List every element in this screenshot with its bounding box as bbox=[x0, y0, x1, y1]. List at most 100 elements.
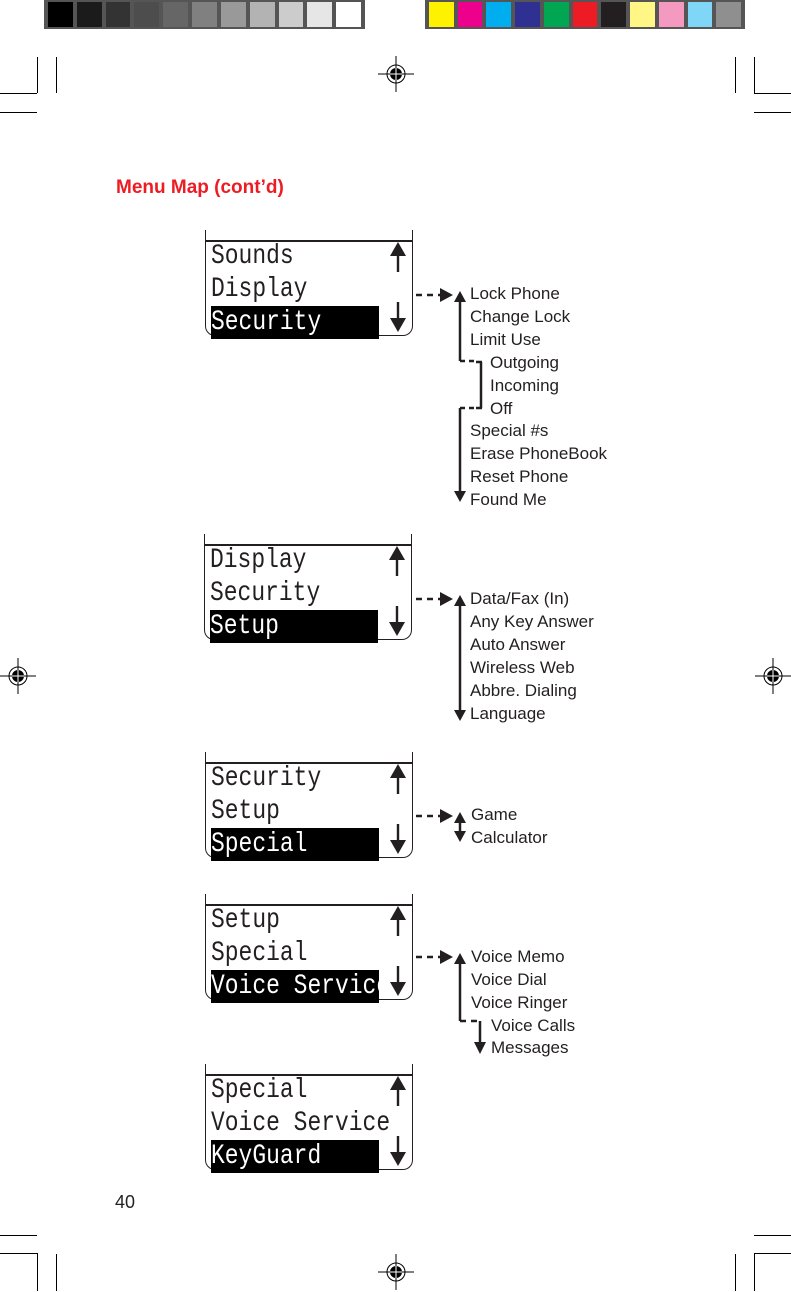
phone-screen-security: Sounds Display Security bbox=[205, 230, 413, 339]
up-arrow-icon bbox=[390, 242, 406, 272]
submenu-item: Reset Phone bbox=[470, 467, 569, 486]
crop-mark bbox=[0, 1235, 37, 1236]
up-arrow-icon bbox=[390, 1076, 406, 1106]
menu-row-selected: KeyGuard bbox=[211, 1140, 379, 1173]
crop-mark bbox=[754, 112, 791, 113]
crop-mark bbox=[754, 93, 791, 94]
color-swatch bbox=[630, 2, 655, 27]
submenu-item: Voice Ringer bbox=[471, 993, 568, 1012]
selected-label: Setup bbox=[210, 611, 279, 642]
color-swatch bbox=[105, 2, 131, 27]
selected-label: Security bbox=[211, 307, 322, 338]
crop-mark bbox=[735, 1254, 736, 1291]
dashed-arrow-icon bbox=[440, 950, 453, 964]
color-swatch bbox=[163, 2, 189, 27]
crop-mark bbox=[56, 57, 57, 93]
registration-mark-icon bbox=[755, 658, 791, 694]
crop-mark bbox=[754, 57, 755, 93]
crop-mark bbox=[754, 1235, 791, 1236]
submenu-subitem: Off bbox=[490, 399, 513, 418]
color-swatch bbox=[572, 2, 598, 27]
color-swatch bbox=[429, 2, 454, 27]
down-arrow-icon bbox=[389, 606, 405, 636]
submenu-item: Language bbox=[470, 704, 546, 723]
submenu-item: Special #s bbox=[470, 421, 549, 440]
color-swatch bbox=[48, 2, 73, 27]
menu-row: Display bbox=[211, 274, 308, 305]
submenu-item: Any Key Answer bbox=[470, 612, 594, 631]
color-swatch bbox=[278, 2, 304, 27]
color-swatch bbox=[76, 2, 102, 27]
selected-label: Voice Service bbox=[211, 971, 391, 1002]
nested-bracket bbox=[476, 360, 483, 410]
menu-row: Special bbox=[211, 1075, 308, 1106]
grayscale-color-bar bbox=[44, 0, 365, 29]
menu-row-selected: Special bbox=[211, 828, 379, 861]
menu-row: Sounds bbox=[211, 241, 294, 272]
submenu-item: Game bbox=[471, 805, 518, 824]
submenu-connector-security bbox=[416, 288, 476, 502]
crop-mark bbox=[37, 57, 38, 93]
dashed-arrow-icon bbox=[440, 809, 453, 823]
color-swatch bbox=[515, 2, 540, 27]
color-swatch bbox=[543, 2, 569, 27]
phone-screen-voice-service: Setup Special Voice Service bbox=[205, 894, 413, 1003]
color-swatch bbox=[336, 2, 361, 27]
page-number: 40 bbox=[115, 1192, 136, 1212]
submenu-item: Calculator bbox=[471, 828, 548, 847]
color-swatch bbox=[457, 2, 483, 27]
submenu-item: Lock Phone bbox=[470, 284, 560, 303]
color-swatch bbox=[192, 2, 217, 27]
menu-row: Special bbox=[211, 938, 308, 969]
color-swatch bbox=[307, 2, 333, 27]
menu-row: Display bbox=[210, 545, 307, 576]
up-arrow-icon bbox=[390, 906, 406, 936]
registration-mark-icon bbox=[0, 658, 36, 694]
submenu-item: Voice Dial bbox=[471, 970, 547, 989]
down-arrow-icon bbox=[390, 1136, 406, 1166]
selected-label: Special bbox=[211, 829, 308, 860]
submenu-item: Erase PhoneBook bbox=[470, 444, 608, 463]
crop-mark bbox=[0, 1253, 37, 1254]
submenu-item: Voice Memo bbox=[471, 947, 565, 966]
phone-screen-setup: Display Security Setup bbox=[204, 534, 412, 643]
submenu-item: Abbre. Dialing bbox=[470, 681, 577, 700]
process-color-bar bbox=[425, 0, 745, 29]
dashed-arrow-icon bbox=[440, 592, 453, 606]
submenu-item: Wireless Web bbox=[470, 658, 575, 677]
color-swatch bbox=[134, 2, 160, 27]
registration-mark-icon bbox=[378, 1254, 414, 1290]
crop-mark bbox=[735, 57, 736, 93]
submenu-subitem: Incoming bbox=[490, 376, 559, 395]
menu-row: Voice Service bbox=[211, 1108, 391, 1139]
crop-mark bbox=[56, 1254, 57, 1291]
color-swatch bbox=[687, 2, 713, 27]
submenu-item: Change Lock bbox=[470, 307, 571, 326]
dashed-arrow-icon bbox=[440, 288, 453, 302]
menu-row: Setup bbox=[211, 796, 280, 827]
submenu-subitem: Outgoing bbox=[490, 353, 559, 372]
color-swatch bbox=[220, 2, 246, 27]
crop-mark bbox=[37, 1253, 38, 1291]
phone-screen-special: Security Setup Special bbox=[205, 752, 413, 861]
color-swatch bbox=[601, 2, 627, 27]
color-swatch bbox=[716, 2, 742, 27]
up-arrow-icon bbox=[389, 546, 405, 576]
crop-mark bbox=[754, 1253, 755, 1291]
page-title: Menu Map (cont’d) bbox=[116, 177, 284, 198]
submenu-subitem: Voice Calls bbox=[491, 1016, 576, 1035]
up-arrow-icon bbox=[390, 764, 406, 794]
submenu-connector-special bbox=[416, 809, 466, 842]
color-swatch bbox=[249, 2, 275, 27]
crop-mark bbox=[754, 1253, 791, 1254]
submenu-item: Found Me bbox=[470, 490, 547, 509]
submenu-subitem: Messages bbox=[491, 1038, 569, 1057]
menu-row: Security bbox=[211, 763, 322, 794]
down-arrow-icon bbox=[390, 302, 406, 332]
submenu-item: Limit Use bbox=[470, 330, 541, 349]
menu-row-selected: Setup bbox=[210, 610, 378, 643]
color-swatch bbox=[658, 2, 684, 27]
registration-mark-icon bbox=[378, 56, 414, 92]
menu-row: Security bbox=[210, 578, 321, 609]
down-arrow-icon bbox=[390, 966, 406, 996]
